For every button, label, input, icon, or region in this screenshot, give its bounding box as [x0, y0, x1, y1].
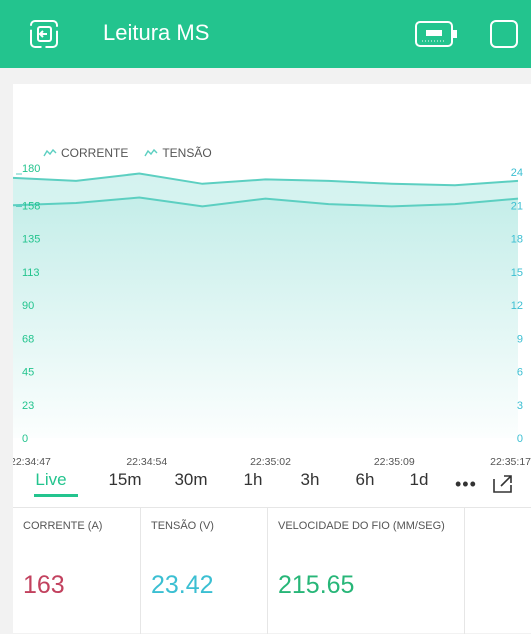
legend-item-corrente[interactable]: CORRENTE	[43, 146, 128, 160]
page-title: Leitura MS	[103, 17, 209, 49]
time-range-selector: Live 15m 30m 1h 3h 6h 1d	[13, 470, 531, 496]
value-number: 163	[23, 571, 65, 600]
x-axis-tick: 22:34:54	[126, 456, 167, 468]
range-button-30m[interactable]: 30m	[171, 470, 211, 490]
range-button-1d[interactable]: 1d	[406, 470, 432, 490]
right-axis-tick: 0	[517, 433, 523, 445]
left-axis-tick: 90	[22, 300, 34, 312]
x-axis-tick: 22:35:17	[490, 456, 531, 468]
value-number: 23.42	[151, 571, 214, 600]
value-label: CORRENTE (A)	[23, 520, 102, 532]
range-button-3h[interactable]: 3h	[295, 470, 325, 490]
expand-icon[interactable]	[492, 474, 514, 494]
left-axis-tick: 68	[22, 333, 34, 345]
value-cell-corrente[interactable]: CORRENTE (A) 163	[13, 508, 141, 634]
value-label: TENSÃO (V)	[151, 520, 214, 532]
battery-icon[interactable]	[414, 19, 458, 49]
series-area-corrente	[13, 174, 518, 439]
chart[interactable]: 0 23 45 68 90 113 135 158 180 0 3 6 9 12 15 18 21 24 22:34…	[13, 160, 531, 470]
left-axis-tick: 113	[22, 267, 40, 279]
right-axis-tick: 21	[511, 200, 523, 212]
right-axis-tick: 6	[517, 367, 523, 379]
value-number: 215.65	[278, 571, 354, 600]
value-cell-velocidade[interactable]: VELOCIDADE DO FIO (MM/SEG) 215.65	[268, 508, 465, 634]
more-ranges-button[interactable]: •••	[455, 474, 477, 495]
range-button-6h[interactable]: 6h	[351, 470, 379, 490]
right-axis-tick: 9	[517, 333, 523, 345]
range-button-1h[interactable]: 1h	[241, 470, 265, 490]
square-icon[interactable]	[488, 18, 520, 50]
right-axis-tick: 3	[517, 400, 523, 412]
left-axis-tick: 135	[22, 234, 40, 246]
right-axis-tick: 15	[511, 267, 523, 279]
x-axis-tick: 22:35:02	[250, 456, 291, 468]
right-axis-tick: 18	[511, 234, 523, 246]
active-range-indicator	[34, 494, 78, 497]
left-axis-tick: 0	[22, 433, 28, 445]
left-axis-tick: 180	[22, 163, 40, 175]
value-display-row: CORRENTE (A) 163 TENSÃO (V) 23.42 VELOCI…	[13, 507, 531, 634]
left-axis-tick: 158	[22, 200, 40, 212]
range-button-15m[interactable]: 15m	[105, 470, 145, 490]
series-line-icon	[43, 148, 57, 158]
left-axis-tick: 23	[22, 400, 34, 412]
x-axis-tick: 22:35:09	[374, 456, 415, 468]
legend-label: TENSÃO	[162, 146, 211, 160]
right-axis-tick: 12	[511, 300, 523, 312]
value-cell-tensao[interactable]: TENSÃO (V) 23.42	[141, 508, 268, 634]
value-label: VELOCIDADE DO FIO (MM/SEG)	[278, 520, 445, 532]
left-axis-tick: 45	[22, 367, 34, 379]
legend-label: CORRENTE	[61, 146, 128, 160]
series-line-icon	[144, 148, 158, 158]
range-button-live[interactable]: Live	[33, 470, 69, 490]
app-header: Leitura MS	[0, 0, 531, 68]
chart-legend: CORRENTE TENSÃO	[43, 146, 222, 160]
right-axis-tick: 24	[511, 167, 523, 179]
legend-item-tensao[interactable]: TENSÃO	[144, 146, 211, 160]
x-axis-tick: 22:34:47	[13, 456, 51, 468]
exit-icon[interactable]	[28, 18, 60, 50]
